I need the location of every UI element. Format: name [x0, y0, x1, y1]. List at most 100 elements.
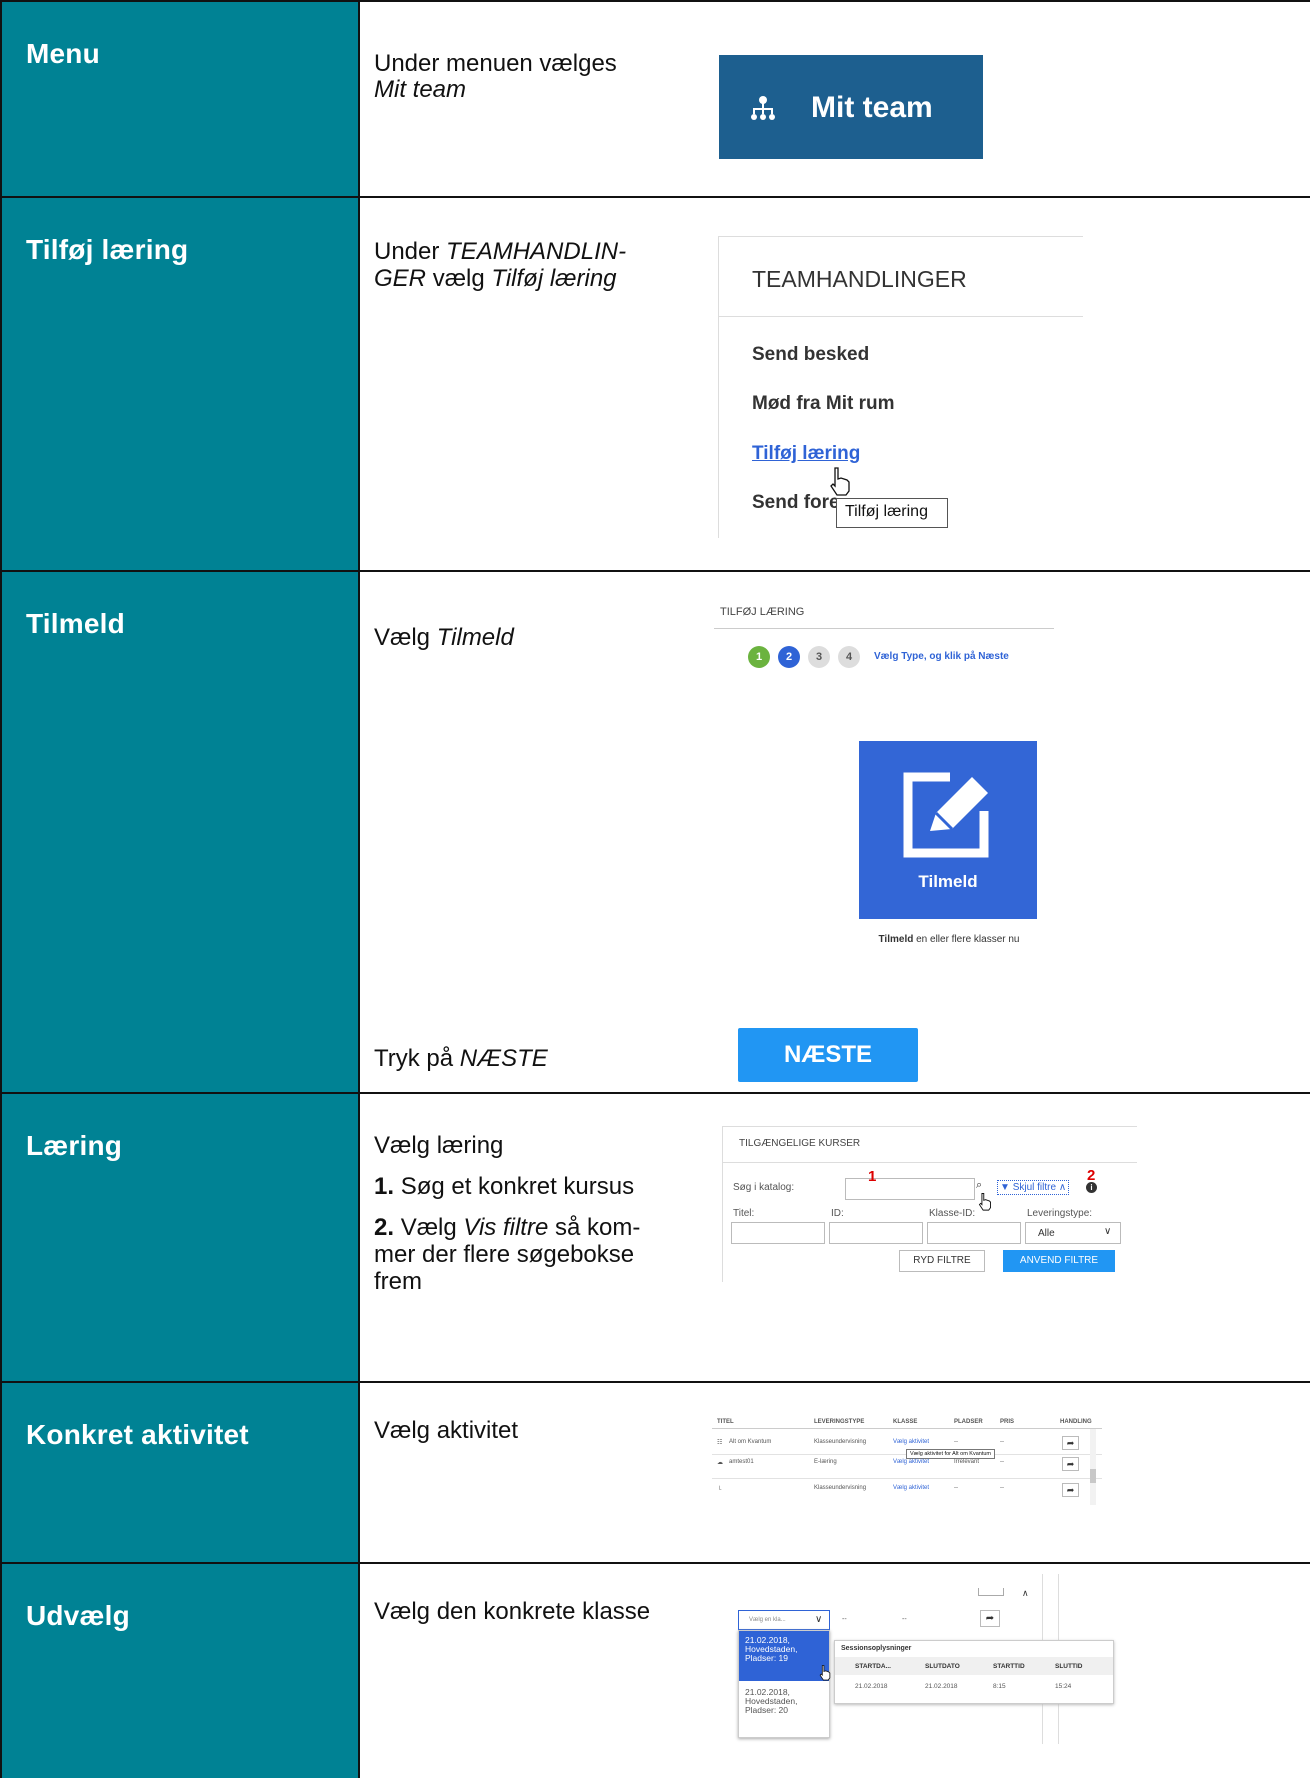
- tile-label: Tilmeld: [918, 872, 978, 891]
- panel-header: TILGÆNGELIGE KURSER: [739, 1138, 861, 1149]
- id-field[interactable]: [829, 1222, 923, 1244]
- row-label: Konkret aktivitet: [26, 1419, 249, 1450]
- action-button[interactable]: ➦: [1062, 1457, 1079, 1471]
- filter-label-leveringstype: Leveringstype:: [1027, 1208, 1093, 1219]
- row-label: Læring: [26, 1130, 123, 1161]
- row-label: Tilmeld: [26, 608, 125, 639]
- class-option[interactable]: 21.02.2018, Hovedstaden, Pladser: 19: [739, 1631, 829, 1681]
- aktivitet-table: TITEL LEVERINGSTYPE KLASSE PLADSER PRIS …: [712, 1413, 1102, 1513]
- dash: --: [902, 1616, 907, 1623]
- scrollbar[interactable]: [1090, 1429, 1096, 1505]
- menu-item-moed[interactable]: Mød fra Mit rum: [752, 393, 895, 415]
- session-title: Sessionsoplysninger: [841, 1645, 912, 1652]
- step-hint: Vælg Type, og klik på Næste: [874, 651, 1009, 662]
- row-label-cell: Udvælg: [2, 1564, 360, 1778]
- leveringstype-select[interactable]: Alle ∨: [1025, 1222, 1121, 1244]
- col-pladser: PLADSER: [954, 1419, 983, 1425]
- row-label-cell: Tilmeld: [2, 572, 360, 1092]
- instruction-text: frem: [374, 1268, 422, 1295]
- row-icon: ☷: [717, 1440, 723, 1446]
- tilfoej-laering-panel: TILFØJ LÆRING 1 2 3 4 Vælg Type, og klik…: [714, 606, 1054, 1026]
- tooltip: Tilføj læring: [836, 498, 948, 528]
- naeste-button[interactable]: NÆSTE: [738, 1028, 918, 1082]
- vaelg-aktivitet-link[interactable]: Vælg aktivitet: [893, 1459, 929, 1465]
- search-input[interactable]: [845, 1178, 975, 1200]
- row-label-cell: Konkret aktivitet: [2, 1383, 360, 1562]
- row-label: Tilføj læring: [26, 234, 189, 265]
- dash: --: [842, 1616, 847, 1623]
- instruction-text: Under TEAMHANDLIN-: [374, 238, 627, 265]
- org-chart-icon: [751, 96, 775, 120]
- col-klasse: KLASSE: [893, 1419, 918, 1425]
- action-button[interactable]: ➦: [1062, 1483, 1079, 1497]
- menu-item-send-besked[interactable]: Send besked: [752, 344, 869, 366]
- mit-team-button[interactable]: Mit team: [719, 55, 983, 159]
- info-icon[interactable]: i: [1086, 1182, 1097, 1193]
- session-popup: Sessionsoplysninger STARTDA... SLUTDATO …: [834, 1640, 1114, 1704]
- mit-team-label: Mit team: [811, 91, 933, 124]
- menu-item-tilfoej-laering[interactable]: Tilføj læring: [752, 443, 860, 465]
- marker-1: 1: [868, 1168, 877, 1185]
- class-select[interactable]: Vælg en kla... ∨: [738, 1610, 830, 1630]
- titel-field[interactable]: [731, 1222, 825, 1244]
- document-table: Menu Under menuen vælges Mit team Mit te…: [0, 0, 1310, 1778]
- instruction-text: GER vælg Tilføj læring: [374, 265, 617, 292]
- col-leveringstype: LEVERINGSTYPE: [814, 1419, 865, 1425]
- col-handling: HANDLING: [1060, 1419, 1092, 1425]
- udvaelg-panel: ∧ Vælg en kla... ∨ -- -- ➦ 21.02.2018, H…: [722, 1574, 1132, 1754]
- class-option[interactable]: 21.02.2018, Hovedstaden, Pladser: 20: [739, 1683, 829, 1733]
- class-dropdown: 21.02.2018, Hovedstaden, Pladser: 19 21.…: [738, 1630, 830, 1738]
- instruction-text: Vælg aktivitet: [374, 1417, 519, 1444]
- row-label-cell: Tilføj læring: [2, 198, 360, 570]
- row-konkret-aktivitet: Konkret aktivitet Vælg aktivitet TITEL L…: [2, 1381, 1310, 1562]
- chevron-down-icon: ∨: [1104, 1226, 1112, 1237]
- chevron-up-icon: ∧: [1058, 1182, 1067, 1193]
- instruction-text: 1. Søg et konkret kursus: [374, 1173, 635, 1200]
- row-tilmeld: Tilmeld Vælg Tilmeld Tryk på NÆSTE TILFØ…: [2, 570, 1310, 1092]
- session-row: 21.02.2018 21.02.2018 8:15 15:24: [855, 1683, 1072, 1690]
- instruction-text: Under menuen vælges: [374, 50, 617, 77]
- col-pris: PRIS: [1000, 1419, 1015, 1425]
- hand-cursor-icon: [978, 1193, 991, 1211]
- row-laering: Læring Vælg læring 1. Søg et konkret kur…: [2, 1092, 1310, 1381]
- instruction-text: Vælg den konkrete klasse: [374, 1598, 651, 1625]
- clear-filters-button[interactable]: RYD FILTRE: [899, 1250, 985, 1272]
- instruction-text: Vælg Tilmeld: [374, 624, 514, 651]
- instruction-text: Tryk på NÆSTE: [374, 1045, 548, 1072]
- hand-cursor-icon: [830, 467, 850, 496]
- filter-label-klasse-id: Klasse-ID:: [929, 1208, 976, 1219]
- vaelg-aktivitet-link[interactable]: Vælg aktivitet: [893, 1439, 929, 1445]
- hide-filters-link[interactable]: ▼ Skjul filtre ∧: [997, 1180, 1070, 1195]
- row-label: Menu: [26, 38, 100, 69]
- filter-icon: ▼: [1000, 1182, 1010, 1193]
- step-2: 2: [778, 646, 800, 668]
- hand-cursor-icon: [819, 1665, 831, 1681]
- table-header: TITEL LEVERINGSTYPE KLASSE PLADSER PRIS …: [712, 1413, 1102, 1429]
- instruction-text: mer der flere søgebokse: [374, 1241, 635, 1268]
- row-udvaelg: Udvælg Vælg den konkrete klasse ∧ Vælg e…: [2, 1562, 1310, 1778]
- tile-caption: Tilmeld en eller flere klasser nu: [878, 934, 1020, 945]
- apply-filters-button[interactable]: ANVEND FILTRE: [1003, 1250, 1115, 1272]
- tilmeld-tile[interactable]: Tilmeld: [859, 741, 1037, 919]
- row-icon: ☁: [717, 1460, 723, 1466]
- instruction-text-italic: Mit team: [374, 76, 467, 103]
- filter-label-id: ID:: [831, 1208, 844, 1219]
- table-row: ☁ amtest01 E-læring Vælg aktivitet Irrel…: [712, 1455, 1102, 1479]
- scroll-up-arrow[interactable]: ∧: [1022, 1588, 1029, 1599]
- vaelg-aktivitet-link[interactable]: Vælg aktivitet: [893, 1485, 929, 1491]
- instruction-text: 2. Vælg Vis filtre så kom-: [374, 1214, 641, 1241]
- edit-icon: [903, 772, 989, 858]
- panel-top-line: [978, 1588, 1004, 1596]
- action-button[interactable]: ➦: [1062, 1436, 1079, 1450]
- filter-label-titel: Titel:: [733, 1208, 755, 1219]
- chevron-down-icon: ∨: [815, 1614, 823, 1625]
- action-button[interactable]: ➦: [980, 1610, 1000, 1627]
- row-menu: Menu Under menuen vælges Mit team Mit te…: [2, 0, 1310, 196]
- instruction-text: Vælg læring: [374, 1132, 504, 1159]
- table-row: └ Klasseundervisning Vælg aktivitet -- -…: [712, 1479, 1102, 1503]
- step-3: 3: [808, 646, 830, 668]
- klasse-id-field[interactable]: [927, 1222, 1021, 1244]
- session-header: STARTDA... SLUTDATO STARTTID SLUTTID: [835, 1657, 1113, 1675]
- row-label-cell: Menu: [2, 2, 360, 196]
- search-icon[interactable]: ⌕: [976, 1179, 982, 1192]
